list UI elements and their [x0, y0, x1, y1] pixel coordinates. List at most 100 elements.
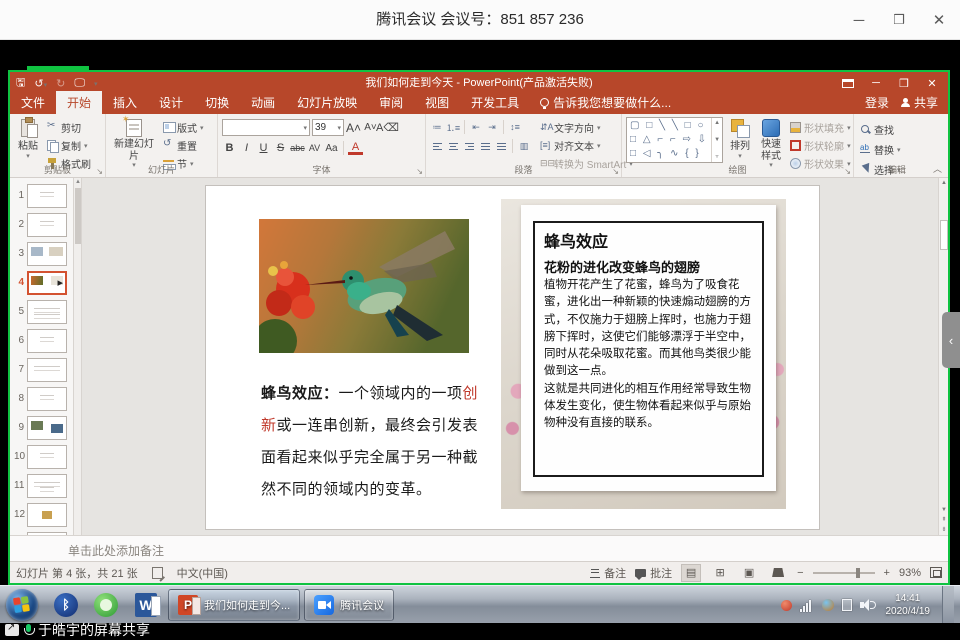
- distribute-icon[interactable]: [494, 139, 508, 153]
- underline-button[interactable]: U: [256, 140, 271, 156]
- minimize-icon[interactable]: ─: [846, 7, 872, 33]
- tab-design[interactable]: 设计: [148, 91, 194, 114]
- hummingbird-effect-card[interactable]: 蜂鸟效应 花粉的进化改变蜂鸟的翅膀 植物开花产生了花蜜，蜂鸟为了吸食花蜜，进化出…: [501, 199, 786, 509]
- paste-button[interactable]: 粘贴▾: [14, 117, 42, 165]
- text-direction-button[interactable]: ⇵A文字方向▾: [538, 119, 635, 136]
- notes-toggle[interactable]: 备注: [590, 565, 626, 581]
- tab-file[interactable]: 文件: [10, 91, 56, 114]
- tab-view[interactable]: 视图: [414, 91, 460, 114]
- zoom-percentage[interactable]: 93%: [899, 567, 921, 579]
- increase-indent-icon[interactable]: ⇥: [485, 120, 499, 134]
- maximize-icon[interactable]: ❒: [886, 7, 912, 33]
- align-center-icon[interactable]: [446, 139, 460, 153]
- ppt-maximize-icon[interactable]: ❒: [892, 74, 916, 92]
- tab-insert[interactable]: 插入: [102, 91, 148, 114]
- dialog-launcher-icon[interactable]: ↘: [612, 167, 619, 176]
- volume-icon[interactable]: [860, 598, 874, 612]
- tab-transitions[interactable]: 切换: [194, 91, 240, 114]
- quick-styles-button[interactable]: 快速样式▾: [757, 117, 785, 165]
- ribbon-display-options-icon[interactable]: [836, 74, 860, 92]
- bluetooth-taskbar-icon[interactable]: ᛒ: [49, 590, 83, 620]
- clear-formatting-icon[interactable]: A⌫: [380, 120, 395, 136]
- cut-button[interactable]: 剪切: [45, 119, 93, 136]
- normal-view-icon[interactable]: ▤: [681, 564, 701, 582]
- font-name-combobox[interactable]: ▾: [222, 119, 310, 136]
- thumbnail-slide-9[interactable]: 9: [10, 414, 73, 442]
- network-signal-icon[interactable]: [800, 600, 814, 612]
- next-slide-icon[interactable]: ⇟: [939, 525, 949, 535]
- font-size-combobox[interactable]: 39▾: [312, 119, 344, 136]
- align-text-button[interactable]: [≡]对齐文本▾: [538, 137, 635, 154]
- tab-slideshow[interactable]: 幻灯片放映: [286, 91, 368, 114]
- align-left-icon[interactable]: [430, 139, 444, 153]
- bullets-icon[interactable]: ≔: [430, 120, 444, 134]
- ppt-close-icon[interactable]: ✕: [920, 74, 944, 92]
- zoom-in-icon[interactable]: +: [884, 567, 890, 579]
- layout-button[interactable]: 版式▾: [161, 119, 206, 136]
- browser-taskbar-icon[interactable]: [89, 590, 123, 620]
- character-spacing-icon[interactable]: AV: [307, 140, 322, 156]
- slide-sorter-view-icon[interactable]: ⊞: [710, 564, 730, 582]
- copy-button[interactable]: 复制▾: [45, 137, 93, 154]
- meeting-panel-handle[interactable]: ‹: [942, 312, 960, 368]
- definition-textbox[interactable]: 蜂鸟效应：一个领域内的一项创新或一连串创新，最终会引发表面看起来似乎完全属于另一…: [261, 378, 493, 506]
- dialog-launcher-icon[interactable]: ↘: [416, 167, 423, 176]
- share-button[interactable]: 共享: [901, 94, 938, 111]
- scroll-down-icon[interactable]: ▼: [939, 505, 949, 515]
- login-button[interactable]: 登录: [865, 94, 889, 111]
- line-spacing-icon[interactable]: ↕≡: [508, 120, 522, 134]
- tab-home[interactable]: 开始: [56, 91, 102, 114]
- find-button[interactable]: 查找: [858, 121, 936, 138]
- italic-button[interactable]: I: [239, 140, 254, 156]
- thumbnail-slide-4-selected[interactable]: 4▸: [10, 269, 73, 297]
- thumbnail-scrollbar[interactable]: ▲: [74, 178, 82, 535]
- grow-font-icon[interactable]: A˄: [346, 120, 361, 136]
- thumbnail-slide-1[interactable]: 1: [10, 182, 73, 210]
- zoom-out-icon[interactable]: −: [797, 567, 803, 579]
- hummingbird-photo[interactable]: [259, 219, 469, 353]
- shapes-gallery-scroll[interactable]: ▲▼▿: [711, 118, 722, 162]
- shapes-gallery[interactable]: ▢ □ ╲ ╲ □ ○ □ △ ⌐ ⌐ ⇨ ⇩ □ ◁ ╮ ∿ { } ▲▼▿: [626, 117, 723, 163]
- start-button[interactable]: [6, 589, 38, 621]
- scrollbar-thumb[interactable]: [940, 220, 948, 250]
- reset-button[interactable]: 重置: [161, 137, 206, 154]
- shape-outline-button[interactable]: 形状轮廓▾: [788, 137, 853, 154]
- numbering-icon[interactable]: ⒈≡: [446, 120, 460, 134]
- tray-app-icon[interactable]: [781, 600, 792, 611]
- bold-button[interactable]: B: [222, 140, 237, 156]
- accessibility-check-icon[interactable]: [152, 567, 163, 579]
- slideshow-view-icon[interactable]: [768, 564, 788, 582]
- tab-animations[interactable]: 动画: [240, 91, 286, 114]
- show-desktop-button[interactable]: [942, 586, 954, 624]
- thumbnail-slide-10[interactable]: 10: [10, 443, 73, 471]
- zoom-slider[interactable]: [813, 572, 875, 574]
- decrease-indent-icon[interactable]: ⇤: [469, 120, 483, 134]
- comments-toggle[interactable]: 批注: [635, 565, 672, 581]
- thumbnail-slide-6[interactable]: 6: [10, 327, 73, 355]
- thumbnail-slide-12[interactable]: 12: [10, 501, 73, 529]
- replace-button[interactable]: 替换▾: [858, 141, 936, 158]
- strikethrough-button[interactable]: S: [273, 140, 288, 156]
- thumbnail-slide-5[interactable]: 5: [10, 298, 73, 326]
- tab-developer[interactable]: 开发工具: [460, 91, 530, 114]
- dialog-launcher-icon[interactable]: ↘: [844, 167, 851, 176]
- reading-view-icon[interactable]: ▣: [739, 564, 759, 582]
- justify-icon[interactable]: [478, 139, 492, 153]
- language-indicator[interactable]: 中文(中国): [177, 565, 228, 581]
- slide-4[interactable]: 蜂鸟效应：一个领域内的一项创新或一连串创新，最终会引发表面看起来似乎完全属于另一…: [205, 185, 820, 530]
- zoom-slider-thumb[interactable]: [856, 568, 860, 578]
- change-case-icon[interactable]: Aa: [324, 140, 339, 156]
- columns-icon[interactable]: ▥: [517, 139, 531, 153]
- close-icon[interactable]: ✕: [926, 7, 952, 33]
- thumbnail-slide-11[interactable]: 11: [10, 472, 73, 500]
- slide-thumbnail-panel[interactable]: 1 2 3 4▸ 5 6 7 8 9 10 11 12 13: [10, 178, 74, 535]
- tell-me-box[interactable]: 告诉我您想要做什么...: [530, 91, 681, 114]
- arrange-button[interactable]: 排列▾: [726, 117, 754, 165]
- fit-to-window-icon[interactable]: [930, 567, 942, 578]
- thumbnail-slide-8[interactable]: 8: [10, 385, 73, 413]
- previous-slide-icon[interactable]: ⇞: [939, 515, 949, 525]
- tab-review[interactable]: 审阅: [368, 91, 414, 114]
- tray-clipboard-icon[interactable]: [842, 599, 852, 611]
- dialog-launcher-icon[interactable]: ↘: [96, 167, 103, 176]
- shape-fill-button[interactable]: 形状填充▾: [788, 119, 853, 136]
